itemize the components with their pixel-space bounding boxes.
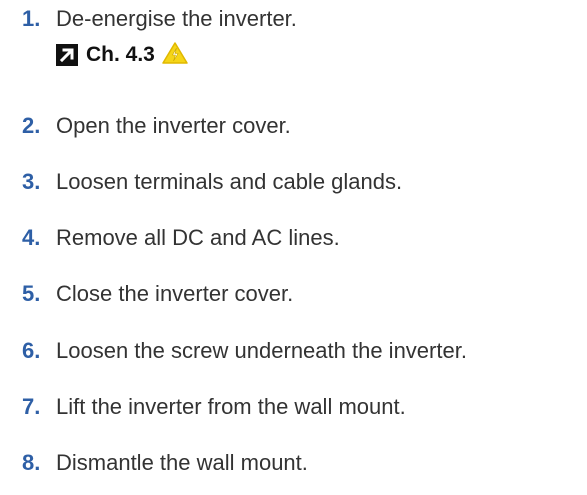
step-number: 4. (22, 225, 41, 250)
chapter-reference-label: Ch. 4.3 (86, 43, 155, 66)
step-5: 5. Close the inverter cover. (22, 281, 293, 307)
step-number: 6. (22, 338, 41, 363)
step-text: Loosen terminals and cable glands. (56, 169, 403, 194)
step-4: 4. Remove all DC and AC lines. (22, 225, 340, 251)
step-number: 5. (22, 281, 41, 306)
step-text: Lift the inverter from the wall mount. (56, 394, 406, 419)
step-text: Dismantle the wall mount. (56, 450, 308, 475)
step-8: 8. Dismantle the wall mount. (22, 450, 308, 476)
electrical-hazard-warning-icon (161, 41, 189, 70)
step-text: Open the inverter cover. (56, 113, 291, 138)
step-1: 1. De-energise the inverter. (22, 6, 297, 32)
step-number: 8. (22, 450, 41, 475)
step-number: 1. (22, 6, 41, 31)
step-number: 7. (22, 394, 41, 419)
step-number: 3. (22, 169, 41, 194)
step-6: 6. Loosen the screw underneath the invert… (22, 338, 467, 364)
step-number: 2. (22, 113, 41, 138)
step-text: Loosen the screw underneath the inverter… (56, 338, 467, 363)
step-text: Close the inverter cover. (56, 281, 294, 306)
arrow-up-right-icon (56, 44, 78, 66)
step-text: De-energise the inverter. (56, 6, 297, 31)
step-2: 2. Open the inverter cover. (22, 113, 291, 139)
step-7: 7. Lift the inverter from the wall mount. (22, 394, 406, 420)
step-3: 3. Loosen terminals and cable glands. (22, 169, 402, 195)
step-text: Remove all DC and AC lines. (56, 225, 340, 250)
chapter-reference-link[interactable]: Ch. 4.3 (56, 41, 189, 70)
